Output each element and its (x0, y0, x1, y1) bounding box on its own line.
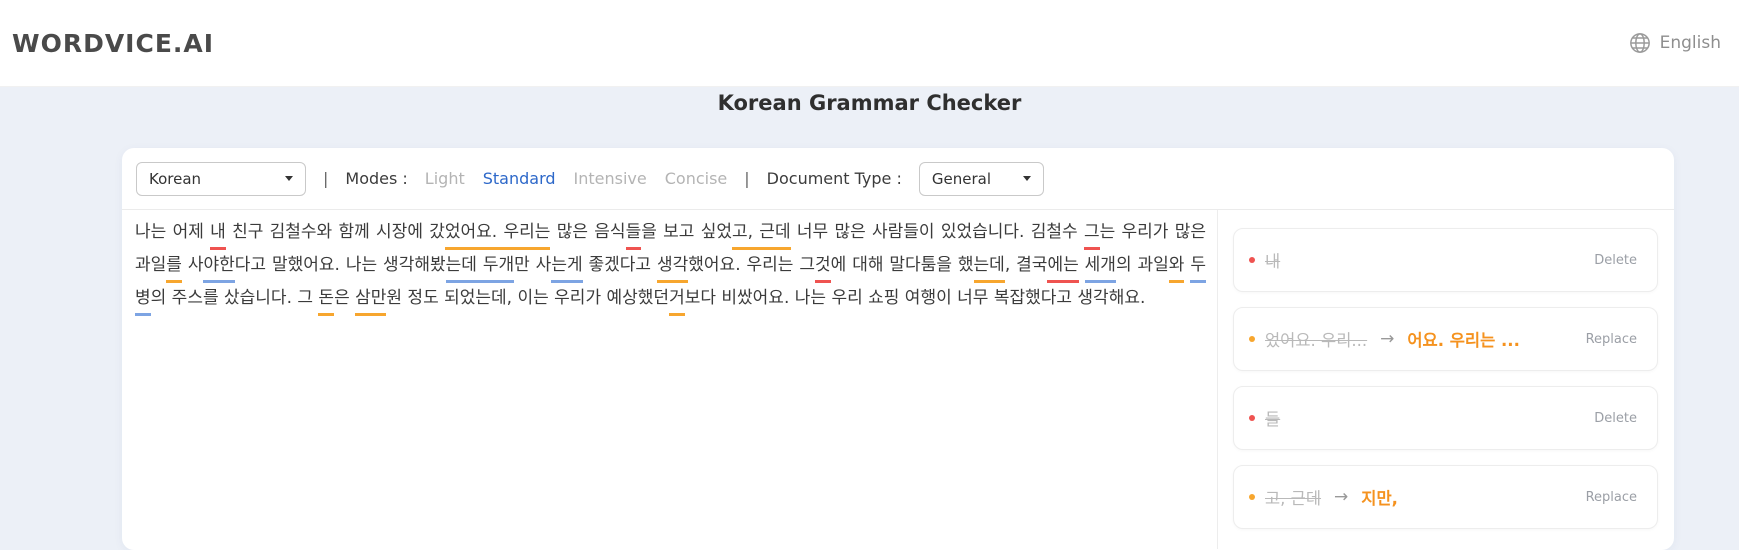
chevron-down-icon (1023, 176, 1031, 181)
text-segment: 사 (182, 255, 204, 275)
suggestion-card[interactable]: 내 → Delete (1233, 228, 1658, 292)
replace-button[interactable]: Replace (1586, 490, 1637, 505)
mode-intensive[interactable]: Intensive (574, 169, 647, 188)
error-underline-blue[interactable]: 야한 (203, 255, 234, 283)
severity-dot (1249, 494, 1255, 500)
error-underline-blue[interactable]: 세개 (1085, 255, 1116, 283)
suggestion-card[interactable]: 었어요. 우리... → 어요. 우리는 ... Replace (1233, 307, 1658, 371)
error-underline-orange[interactable]: 었어요. 우리는 (445, 222, 551, 250)
severity-dot (1249, 415, 1255, 421)
toolbar-separator: | (323, 169, 328, 188)
text-segment: 원 정도 되었는데, 이는 우리가 예상했던 (386, 288, 669, 308)
toolbar-separator: | (744, 169, 749, 188)
toolbar: Korean | Modes : Light Standard Intensive C… (122, 148, 1674, 210)
text-segment: 보다 비쌌어요. 나는 우리 쇼핑 여행이 너무 복잡했다고 생각해요. (685, 288, 1146, 308)
text-segment: 의 과일 (1116, 255, 1169, 275)
text-segment: 했어요. 우리는 그 (688, 255, 815, 275)
text-segment: 을 보고 싶었 (641, 222, 732, 242)
page-title: Korean Grammar Checker (0, 91, 1739, 115)
editor-text-area[interactable]: 나는 어제 내 친구 김철수와 함께 시장에 갔었어요. 우리는 많은 음식들을… (122, 210, 1218, 549)
text-segment: 나는 어제 (135, 222, 210, 242)
suggestions-panel: 내 → Delete 었어요. 우리... → 어요. 우리는 ... Repl… (1218, 210, 1674, 549)
error-underline-orange[interactable]: 돈 (318, 288, 334, 316)
error-underline-red[interactable]: 에는 (1047, 255, 1078, 283)
language-label: English (1660, 33, 1721, 53)
error-underline-orange[interactable]: 거 (669, 288, 685, 316)
globe-icon (1629, 32, 1651, 54)
suggestion-card[interactable]: 고, 근데 → 지만, Replace (1233, 465, 1658, 529)
mode-light[interactable]: Light (425, 169, 465, 188)
content-area: 나는 어제 내 친구 김철수와 함께 시장에 갔었어요. 우리는 많은 음식들을… (122, 210, 1674, 549)
grammar-checker-card: Korean | Modes : Light Standard Intensive C… (122, 148, 1674, 550)
text-segment (1079, 255, 1085, 275)
text-segment: 은 (334, 288, 355, 308)
error-underline-orange[interactable]: 는데 (974, 255, 1005, 283)
suggested-text: 지만, (1361, 485, 1398, 509)
language-select-value: Korean (149, 170, 201, 188)
error-underline-red[interactable]: 것 (815, 255, 831, 283)
text-segment: 많은 음식 (550, 222, 625, 242)
text-segment: 의 주스를 샀습니다. 그 (151, 288, 319, 308)
wordvice-logo[interactable]: WORDVICE.AI (12, 29, 214, 58)
error-underline-blue[interactable]: 는데 두개 (446, 255, 514, 283)
text-segment: 좋겠다고 (583, 255, 657, 275)
language-select[interactable]: Korean (136, 162, 306, 196)
text-segment: 다고 말했어요. 나는 생각해봤 (235, 255, 446, 275)
document-type-label: Document Type : (767, 169, 902, 188)
language-switcher[interactable]: English (1629, 32, 1721, 54)
error-underline-red[interactable]: 들 (626, 222, 642, 250)
text-segment: 너무 많은 사람들이 있었습니다. 김철수 (791, 222, 1084, 242)
error-underline-orange[interactable]: 생각 (657, 255, 688, 283)
modes-label: Modes : (345, 169, 407, 188)
error-underline-orange[interactable]: 삼만 (355, 288, 386, 316)
suggestion-card[interactable]: 들 → Delete (1233, 386, 1658, 450)
chevron-down-icon (285, 176, 293, 181)
error-underline-red[interactable]: 그 (1084, 222, 1100, 250)
mode-concise[interactable]: Concise (665, 169, 728, 188)
delete-button[interactable]: Delete (1594, 253, 1637, 268)
severity-dot (1249, 257, 1255, 263)
error-underline-orange[interactable]: 와 (1169, 255, 1185, 283)
original-text: 내 (1265, 248, 1280, 272)
document-type-select[interactable]: General (919, 162, 1044, 196)
text-segment: 친구 김철수와 함께 시장에 갔 (226, 222, 445, 242)
original-text: 들 (1265, 406, 1280, 430)
suggested-text: 어요. 우리는 ... (1407, 327, 1519, 351)
arrow-right-icon: → (1334, 487, 1348, 507)
text-segment: , 결국 (1005, 255, 1048, 275)
error-underline-orange[interactable]: 를 (166, 255, 182, 283)
replace-button[interactable]: Replace (1586, 332, 1637, 347)
mode-standard[interactable]: Standard (483, 169, 556, 188)
document-type-select-value: General (932, 170, 991, 188)
text-segment: 만 사 (514, 255, 551, 275)
original-text: 었어요. 우리... (1265, 327, 1367, 351)
delete-button[interactable]: Delete (1594, 411, 1637, 426)
error-underline-orange[interactable]: 고, 근데 (732, 222, 791, 250)
text-segment: 에 대해 말다툼을 했 (831, 255, 974, 275)
top-header: WORDVICE.AI English (0, 0, 1739, 87)
modes-group: Light Standard Intensive Concise (425, 169, 727, 188)
error-underline-red[interactable]: 내 (210, 222, 226, 250)
error-underline-blue[interactable]: 는게 (551, 255, 582, 283)
editor-paragraph: 나는 어제 내 친구 김철수와 함께 시장에 갔었어요. 우리는 많은 음식들을… (135, 216, 1206, 315)
arrow-right-icon: → (1380, 329, 1394, 349)
severity-dot (1249, 336, 1255, 342)
original-text: 고, 근데 (1265, 485, 1321, 509)
